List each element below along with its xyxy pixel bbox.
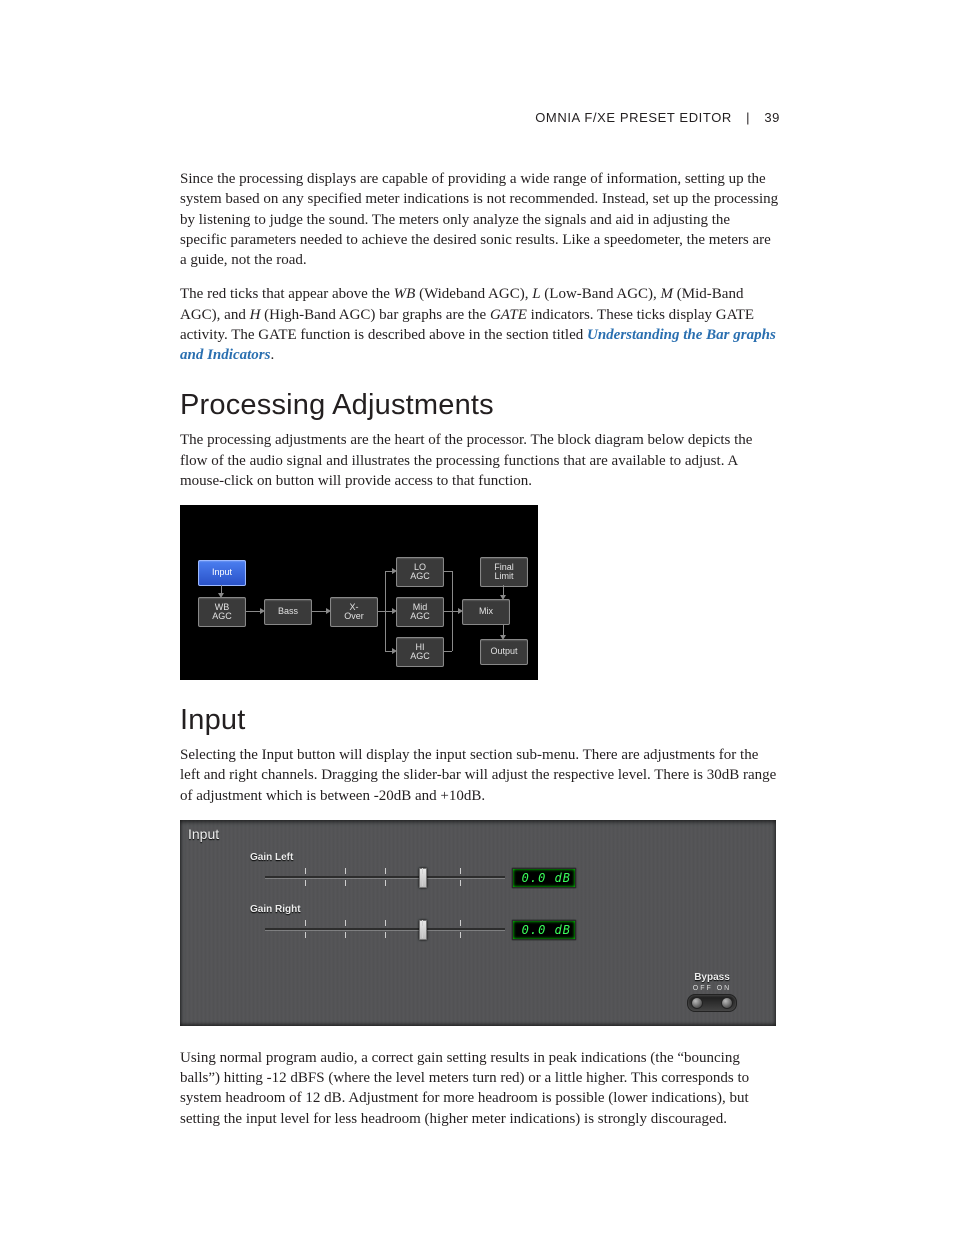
label-bypass: Bypass (678, 972, 746, 983)
arrowhead-right-icon (458, 608, 463, 614)
node-final[interactable]: FinalLimit (480, 557, 528, 587)
arrow (452, 611, 453, 651)
input-panel: Input Gain Left 0.0 dB Gain Right 0.0 dB… (180, 820, 776, 1026)
node-output[interactable]: Output (480, 639, 528, 665)
paragraph-processing: The processing adjustments are the heart… (180, 430, 780, 491)
header-page-number: 39 (764, 110, 780, 125)
bypass-toggle[interactable] (687, 994, 737, 1012)
arrowhead-right-icon (260, 608, 265, 614)
paragraph-intro: Since the processing displays are capabl… (180, 169, 780, 270)
paragraph-gain-advice: Using normal program audio, a correct ga… (180, 1048, 780, 1129)
label-off-on: OFF ON (678, 985, 746, 992)
node-xover[interactable]: X-Over (330, 597, 378, 627)
arrow (385, 611, 386, 651)
header-separator: | (736, 110, 760, 125)
arrowhead-right-icon (392, 648, 397, 654)
node-mid-agc[interactable]: MidAGC (396, 597, 444, 627)
heading-input: Input (180, 704, 780, 737)
arrowhead-right-icon (392, 568, 397, 574)
block-diagram: Input WBAGC Bass X-Over LOAGC MidAGC HIA… (180, 505, 538, 680)
arrowhead-down-icon (500, 635, 506, 640)
arrow (443, 571, 452, 572)
slider-gain-left[interactable] (265, 866, 505, 888)
arrow (385, 571, 386, 611)
panel-title: Input (188, 826, 219, 842)
arrowhead-down-icon (500, 595, 506, 600)
slider-track (265, 928, 505, 930)
slider-thumb[interactable] (419, 920, 427, 940)
readout-gain-right: 0.0 dB (512, 920, 576, 940)
running-header: OMNIA F/XE PRESET EDITOR | 39 (180, 110, 780, 125)
slider-gain-right[interactable] (265, 918, 505, 940)
heading-processing-adjustments: Processing Adjustments (180, 389, 780, 422)
node-bass[interactable]: Bass (264, 599, 312, 625)
label-gain-left: Gain Left (250, 852, 293, 863)
header-title: OMNIA F/XE PRESET EDITOR (535, 110, 732, 125)
arrow (452, 571, 453, 611)
node-lo-agc[interactable]: LOAGC (396, 557, 444, 587)
bypass-control: Bypass OFF ON (678, 972, 746, 1012)
arrowhead-right-icon (392, 608, 397, 614)
slider-track (265, 876, 505, 878)
readout-gain-left: 0.0 dB (512, 868, 576, 888)
arrowhead-right-icon (326, 608, 331, 614)
paragraph-input: Selecting the Input button will display … (180, 745, 780, 806)
label-gain-right: Gain Right (250, 904, 301, 915)
paragraph-gate: The red ticks that appear above the WB (… (180, 284, 780, 365)
arrow (443, 651, 452, 652)
node-wb-agc[interactable]: WBAGC (198, 597, 246, 627)
node-hi-agc[interactable]: HIAGC (396, 637, 444, 667)
node-input[interactable]: Input (198, 560, 246, 586)
arrowhead-down-icon (218, 593, 224, 598)
slider-thumb[interactable] (419, 868, 427, 888)
node-mix[interactable]: Mix (462, 599, 510, 625)
